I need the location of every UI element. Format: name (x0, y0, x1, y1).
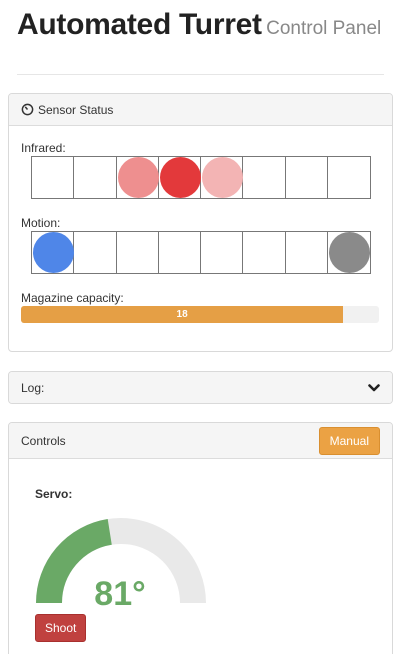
page-subtitle: Control Panel (266, 18, 382, 39)
infrared-grid (31, 156, 372, 199)
infrared-cell (286, 157, 329, 198)
sensor-status-panel: Sensor Status Infrared: Motion: Magazine… (8, 93, 393, 352)
magazine-capacity-label: Magazine capacity: (21, 291, 124, 305)
motion-cell (32, 232, 75, 273)
log-heading[interactable]: Log: (9, 372, 392, 403)
sensor-status-heading: Sensor Status (9, 94, 392, 126)
infrared-cell (243, 157, 286, 198)
motion-cell (117, 232, 159, 273)
infrared-label: Infrared: (21, 141, 66, 155)
motion-cell (159, 232, 202, 273)
infrared-cell (159, 157, 202, 198)
controls-panel: Controls Manual Servo: 81° Shoot (8, 422, 393, 654)
magazine-progress: 18 (21, 306, 379, 323)
magazine-progress-bar: 18 (21, 306, 344, 323)
header-divider (17, 74, 384, 75)
motion-cell (243, 232, 286, 273)
log-title: Log: (21, 380, 45, 395)
page-header: Automated Turret Control Panel (17, 8, 385, 42)
motion-indicator (33, 232, 74, 273)
sensor-status-title: Sensor Status (38, 102, 114, 117)
motion-cell (286, 232, 329, 273)
magazine-progress-value: 18 (176, 309, 188, 320)
infrared-cell (32, 157, 75, 198)
infrared-indicator (159, 157, 201, 198)
manual-button[interactable]: Manual (318, 426, 380, 455)
log-panel[interactable]: Log: (8, 371, 393, 404)
motion-indicator (329, 232, 371, 273)
page-title: Automated Turret (17, 8, 262, 41)
dashboard-icon (21, 103, 34, 116)
infrared-indicator (202, 157, 244, 198)
servo-angle-value: 81° (94, 575, 146, 613)
infrared-cell (117, 157, 159, 198)
shoot-button[interactable]: Shoot (35, 614, 87, 642)
infrared-cell (74, 157, 117, 198)
servo-label: Servo: (35, 487, 73, 501)
motion-label: Motion: (21, 216, 61, 230)
controls-heading: Controls Manual (9, 423, 392, 459)
infrared-cell (201, 157, 244, 198)
motion-cell (201, 232, 244, 273)
controls-title: Controls (21, 433, 66, 448)
chevron-down-icon[interactable] (368, 383, 380, 393)
motion-cell (328, 232, 371, 273)
infrared-cell (328, 157, 370, 198)
motion-cell (74, 232, 117, 273)
motion-grid (31, 231, 372, 274)
infrared-indicator (117, 157, 159, 198)
